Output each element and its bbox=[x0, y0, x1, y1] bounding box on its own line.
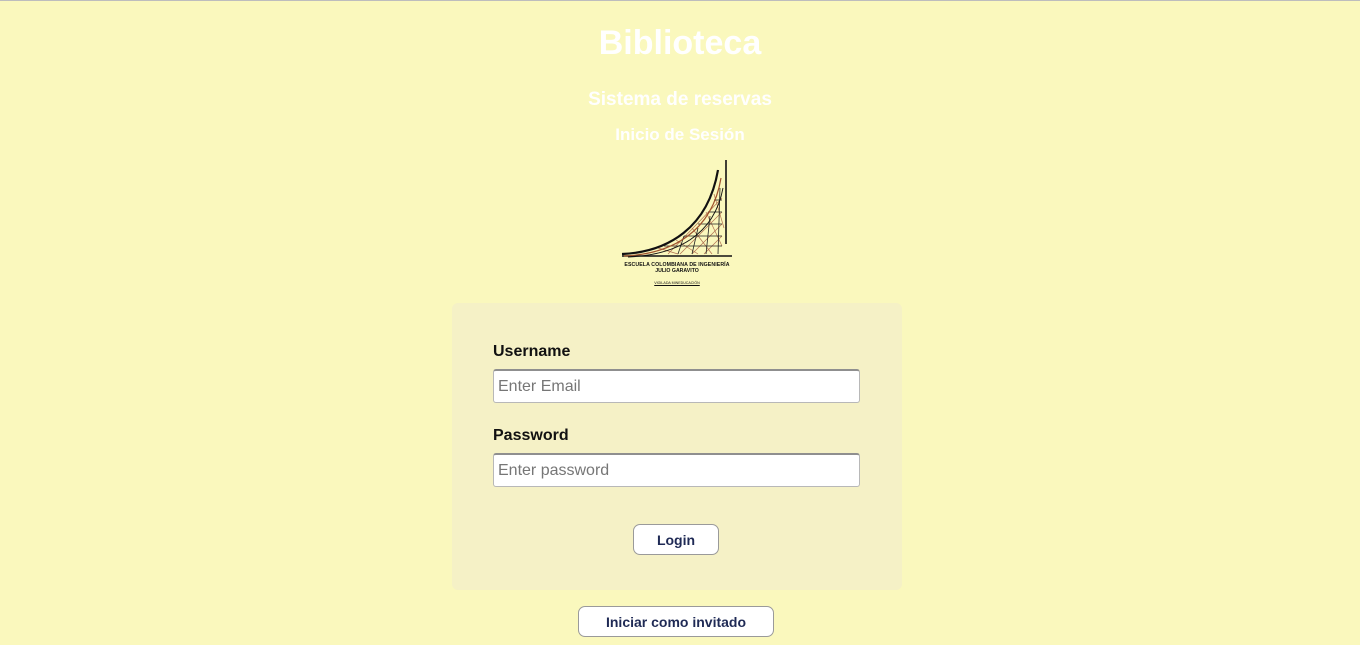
password-input[interactable] bbox=[493, 453, 860, 487]
password-label: Password bbox=[493, 427, 569, 444]
university-logo: ESCUELA COLOMBIANA DE INGENIERÍA JULIO G… bbox=[618, 158, 736, 290]
login-card: Username Password Login bbox=[452, 303, 902, 590]
page-title: Biblioteca bbox=[598, 24, 762, 62]
login-button[interactable]: Login bbox=[633, 524, 719, 555]
username-input[interactable] bbox=[493, 369, 860, 403]
logo-text-name: JULIO GARAVITO bbox=[655, 268, 699, 274]
guest-login-button[interactable]: Iniciar como invitado bbox=[578, 606, 774, 637]
section-title: Inicio de Sesión bbox=[615, 125, 745, 144]
logo-curve-graphic bbox=[621, 160, 732, 258]
username-label: Username bbox=[493, 343, 571, 360]
page-subtitle: Sistema de reservas bbox=[588, 89, 772, 110]
logo-text-vigilada: VIGILADA MINEDUCACIÓN bbox=[654, 281, 700, 285]
